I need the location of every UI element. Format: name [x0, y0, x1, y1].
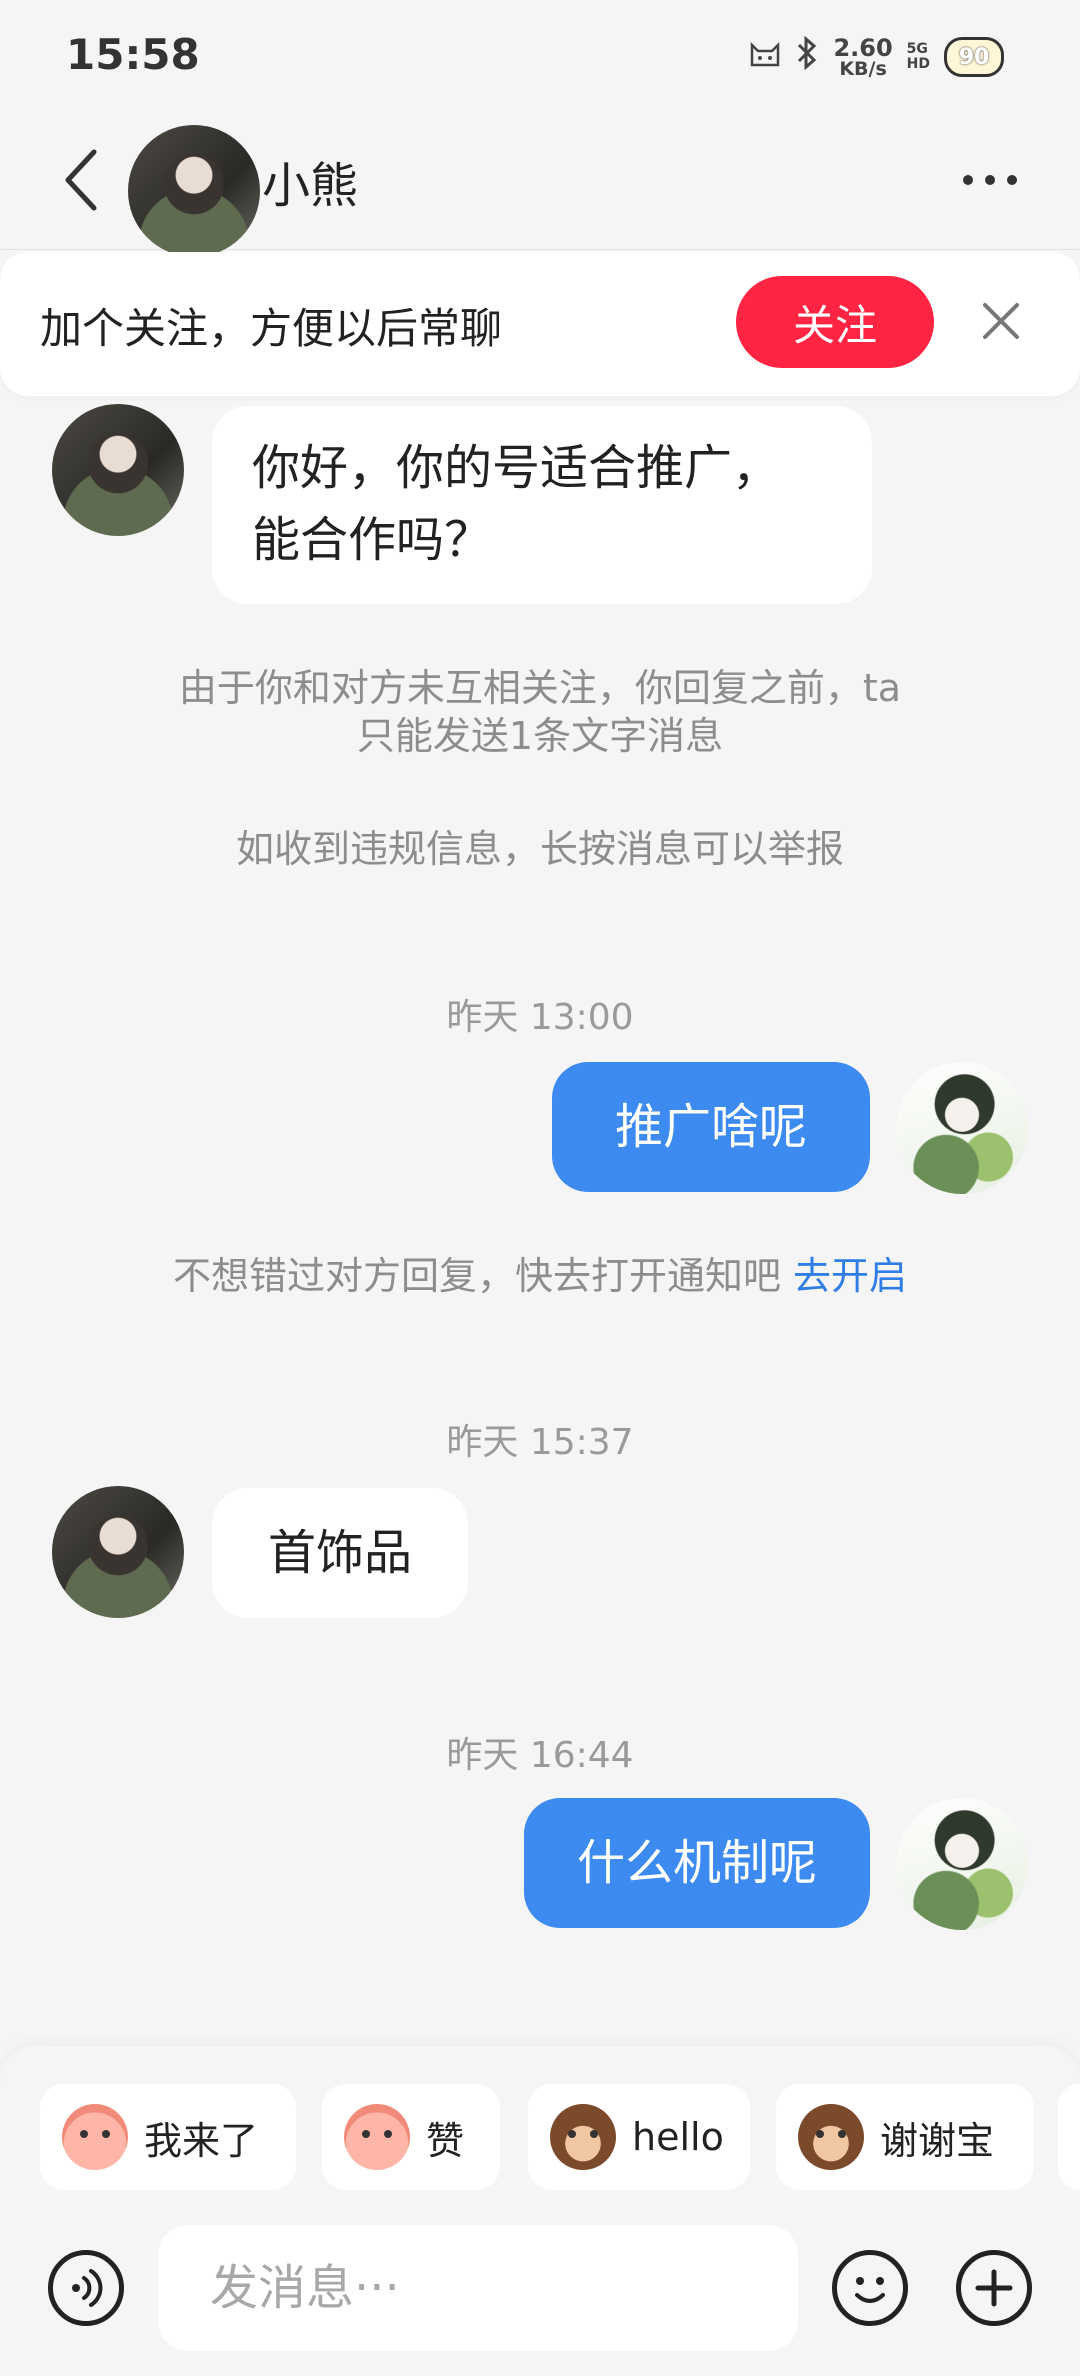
quick-reply-chip[interactable]: 我来了 [40, 2084, 296, 2190]
report-notice: 如收到违规信息，长按消息可以举报 [235, 827, 844, 871]
follow-banner-text: 加个关注，方便以后常聊 [40, 304, 503, 353]
system-notice-line: 由于你和对方未互相关注，你回复之前，ta [178, 666, 902, 710]
dot-icon [1007, 175, 1017, 185]
system-notice: 由于你和对方未互相关注，你回复之前，ta 只能发送1条文字消息 [0, 664, 1080, 760]
timestamp: 昨天 15:37 [446, 1422, 634, 1463]
message-bubble-incoming[interactable]: 首饰品 [212, 1488, 468, 1618]
close-icon [983, 303, 1019, 339]
quick-reply-label: 赞 [426, 2118, 465, 2163]
signal-icon: 5G HD [906, 40, 930, 73]
voice-icon [72, 2269, 103, 2307]
back-button[interactable] [50, 145, 110, 215]
contact-avatar[interactable] [128, 125, 260, 257]
quick-reply-chip[interactable]: 谢谢宝 [776, 2084, 1034, 2190]
message-bubble-outgoing[interactable]: 推广啥呢 [552, 1062, 870, 1192]
sender-avatar[interactable] [52, 404, 184, 536]
notification-prompt: 不想错过对方回复，快去打开通知吧 去开启 [0, 1252, 1080, 1300]
contact-name: 小熊 [262, 158, 359, 214]
message-bubble-incoming[interactable]: 你好，你的号适合推广， 能合作吗？ [212, 406, 872, 604]
message-text: 你好，你的号适合推广， [252, 440, 781, 496]
chevron-left-icon [65, 149, 97, 211]
more-options-button[interactable] [950, 150, 1030, 210]
system-notice-line: 只能发送1条文字消息 [356, 714, 724, 758]
dot-icon [963, 175, 973, 185]
quick-reply-label: 我来了 [144, 2118, 259, 2163]
plus-icon [975, 2269, 1013, 2307]
signal-5g: 5G [906, 40, 928, 57]
quick-reply-chip[interactable]: 赞 [322, 2084, 500, 2190]
cartoon-face-icon [62, 2104, 128, 2170]
more-actions-button[interactable] [956, 2250, 1032, 2326]
net-speed-unit: KB/s [839, 57, 887, 80]
follow-button[interactable]: 关注 [736, 276, 934, 368]
status-time: 15:58 [66, 30, 200, 79]
notification-prompt-text: 不想错过对方回复，快去打开通知吧 [172, 1254, 781, 1298]
quick-reply-chip-overflow[interactable] [1058, 2084, 1080, 2190]
quick-reply-label: hello [632, 2115, 724, 2159]
timestamp: 昨天 13:00 [446, 997, 634, 1038]
enable-notification-link[interactable]: 去开启 [793, 1254, 907, 1298]
quick-reply-chip[interactable]: hello [528, 2084, 750, 2190]
quick-reply-label: 谢谢宝 [880, 2118, 995, 2163]
my-avatar[interactable] [896, 1798, 1028, 1930]
sender-avatar[interactable] [52, 1486, 184, 1618]
bluetooth-icon [795, 35, 819, 78]
monkey-rose-icon [798, 2104, 864, 2170]
my-avatar[interactable] [896, 1062, 1028, 1194]
signal-hd: HD [906, 56, 930, 72]
message-input[interactable] [158, 2225, 798, 2351]
smiley-icon [855, 2277, 885, 2303]
net-speed: 2.60 KB/s [833, 36, 892, 79]
voice-input-button[interactable] [48, 2250, 124, 2326]
cartoon-face-icon [344, 2104, 410, 2170]
message-text: 能合作吗？ [252, 512, 493, 568]
message-bubble-outgoing[interactable]: 什么机制呢 [524, 1798, 870, 1928]
cat-icon [749, 39, 781, 75]
status-icons: 2.60 KB/s 5G HD 90 [749, 30, 1004, 84]
net-speed-value: 2.60 [833, 33, 893, 62]
timestamp: 昨天 16:44 [446, 1735, 634, 1776]
monkey-face-icon [550, 2104, 616, 2170]
dot-icon [985, 175, 995, 185]
close-banner-button[interactable] [975, 295, 1027, 347]
battery-icon: 90 [944, 37, 1004, 77]
emoji-button[interactable] [832, 2250, 908, 2326]
